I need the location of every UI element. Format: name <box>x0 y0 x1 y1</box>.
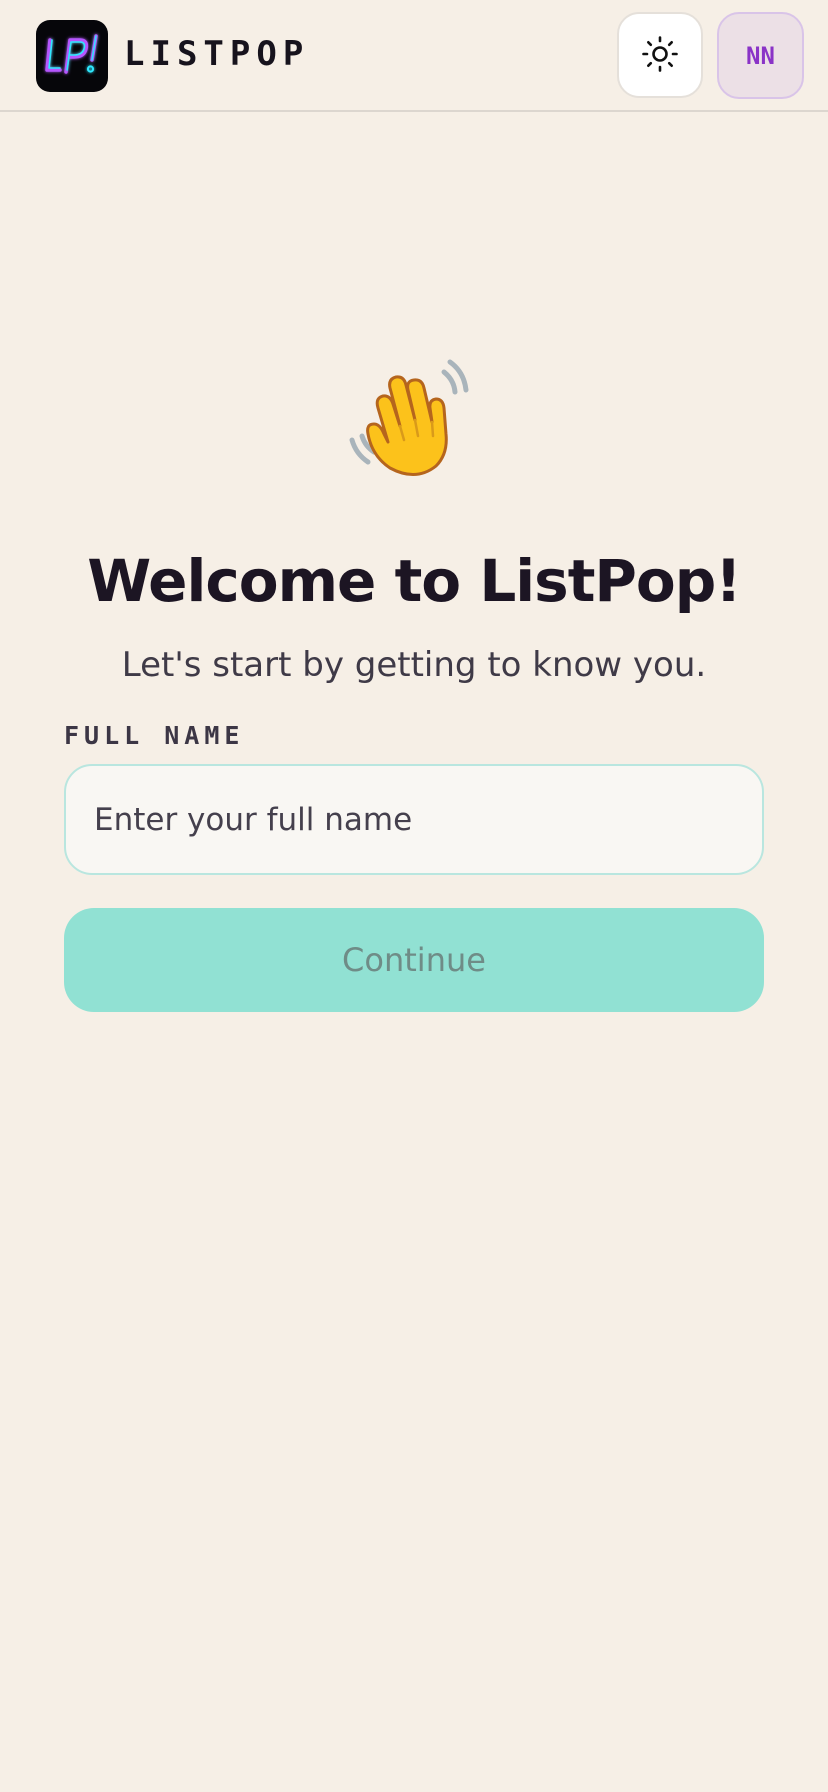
app-header: LISTPOP NN <box>0 0 828 112</box>
brand-name: LISTPOP <box>124 34 310 74</box>
user-avatar-button[interactable]: NN <box>717 12 804 99</box>
listpop-logo-icon <box>36 20 108 92</box>
full-name-input[interactable] <box>64 764 764 875</box>
continue-button[interactable]: Continue <box>64 908 764 1012</box>
welcome-subtitle: Let's start by getting to know you. <box>121 645 707 685</box>
welcome-title: Welcome to ListPop! <box>87 546 742 615</box>
full-name-label: FULL NAME <box>64 721 245 750</box>
theme-toggle-button[interactable] <box>617 12 703 98</box>
waving-hand-icon <box>344 350 484 490</box>
sun-icon <box>641 35 679 76</box>
